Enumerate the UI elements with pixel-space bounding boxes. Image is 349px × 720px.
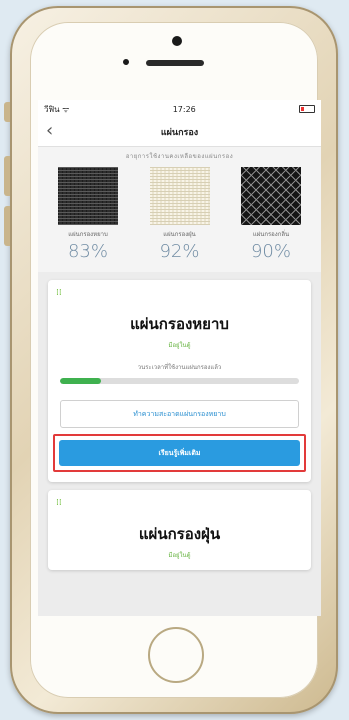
filter-name: แผ่นกรองหยาบ bbox=[68, 231, 108, 238]
coarse-filter-card: ⁞⁞ แผ่นกรองหยาบ มีอยู่ในตู้ วนระเวลาที่ใ… bbox=[48, 280, 311, 482]
battery-icon bbox=[298, 105, 315, 113]
filter-percent: 90% bbox=[250, 241, 291, 262]
app-screen: วีฟิน ᯤ 17:26 ‹ แผ่นกรอง อายุการใช้งานคง… bbox=[38, 100, 321, 616]
card-subtitle: มีอยู่ในตู้ bbox=[168, 342, 191, 349]
status-time: 17:26 bbox=[172, 104, 196, 114]
dust-filter-image bbox=[149, 167, 210, 225]
camera-icon bbox=[172, 36, 182, 46]
progress-label: วนระเวลาที่ใช้งานแผ่นกรองแล้ว bbox=[137, 364, 222, 371]
learn-more-button[interactable]: เรียนรู้เพิ่มเติม bbox=[59, 440, 300, 466]
sensor-icon bbox=[123, 59, 129, 65]
odor-filter-image bbox=[241, 167, 301, 225]
card-subtitle: มีอยู่ในตู้ bbox=[168, 552, 191, 559]
speaker-grille bbox=[146, 60, 204, 66]
filter-icon: ⁞⁞ bbox=[56, 288, 62, 298]
home-button[interactable] bbox=[148, 627, 204, 683]
usage-caption: อายุการใช้งานคงเหลือของแผ่นกรอง bbox=[125, 153, 234, 160]
filter-item-odor[interactable]: แผ่นกรองกลิ่น 90% bbox=[229, 167, 313, 262]
clean-filter-button[interactable]: ทำความสะอาดแผ่นกรองหยาบ bbox=[60, 400, 299, 428]
filter-usage-section: อายุการใช้งานคงเหลือของแผ่นกรอง แผ่นกรอง… bbox=[38, 147, 321, 272]
volume-down-button bbox=[4, 206, 10, 246]
filter-item-coarse[interactable]: แผ่นกรองหยาบ 83% bbox=[46, 167, 130, 262]
chevron-left-icon[interactable]: ‹ bbox=[46, 121, 53, 141]
dust-filter-card: ⁞⁞ แผ่นกรองฝุ่น มีอยู่ในตู้ bbox=[48, 490, 311, 570]
filter-list: แผ่นกรองหยาบ 83% แผ่นกรองฝุ่น 92% แผ่นกร… bbox=[44, 167, 315, 262]
carrier-label: วีฟิน ᯤ bbox=[44, 104, 70, 114]
filter-item-dust[interactable]: แผ่นกรองฝุ่น 92% bbox=[138, 167, 222, 262]
filter-name: แผ่นกรองฝุ่น bbox=[163, 231, 196, 238]
card-title: แผ่นกรองหยาบ bbox=[130, 315, 229, 333]
filter-percent: 92% bbox=[159, 241, 200, 262]
page-title: แผ่นกรอง bbox=[160, 128, 199, 138]
filter-icon: ⁞⁞ bbox=[56, 498, 62, 508]
volume-up-button bbox=[4, 156, 10, 196]
usage-progress-fill bbox=[60, 378, 101, 384]
filter-name: แผ่นกรองกลิ่น bbox=[252, 231, 290, 238]
coarse-filter-image bbox=[58, 167, 118, 225]
usage-progress-bar bbox=[60, 378, 299, 384]
nav-bar: ‹ แผ่นกรอง bbox=[38, 118, 321, 147]
mute-switch bbox=[4, 102, 10, 122]
filter-percent: 83% bbox=[67, 241, 108, 262]
status-bar: วีฟิน ᯤ 17:26 bbox=[38, 100, 321, 118]
card-title: แผ่นกรองฝุ่น bbox=[138, 525, 221, 543]
highlight-frame: เรียนรู้เพิ่มเติม bbox=[53, 434, 306, 472]
